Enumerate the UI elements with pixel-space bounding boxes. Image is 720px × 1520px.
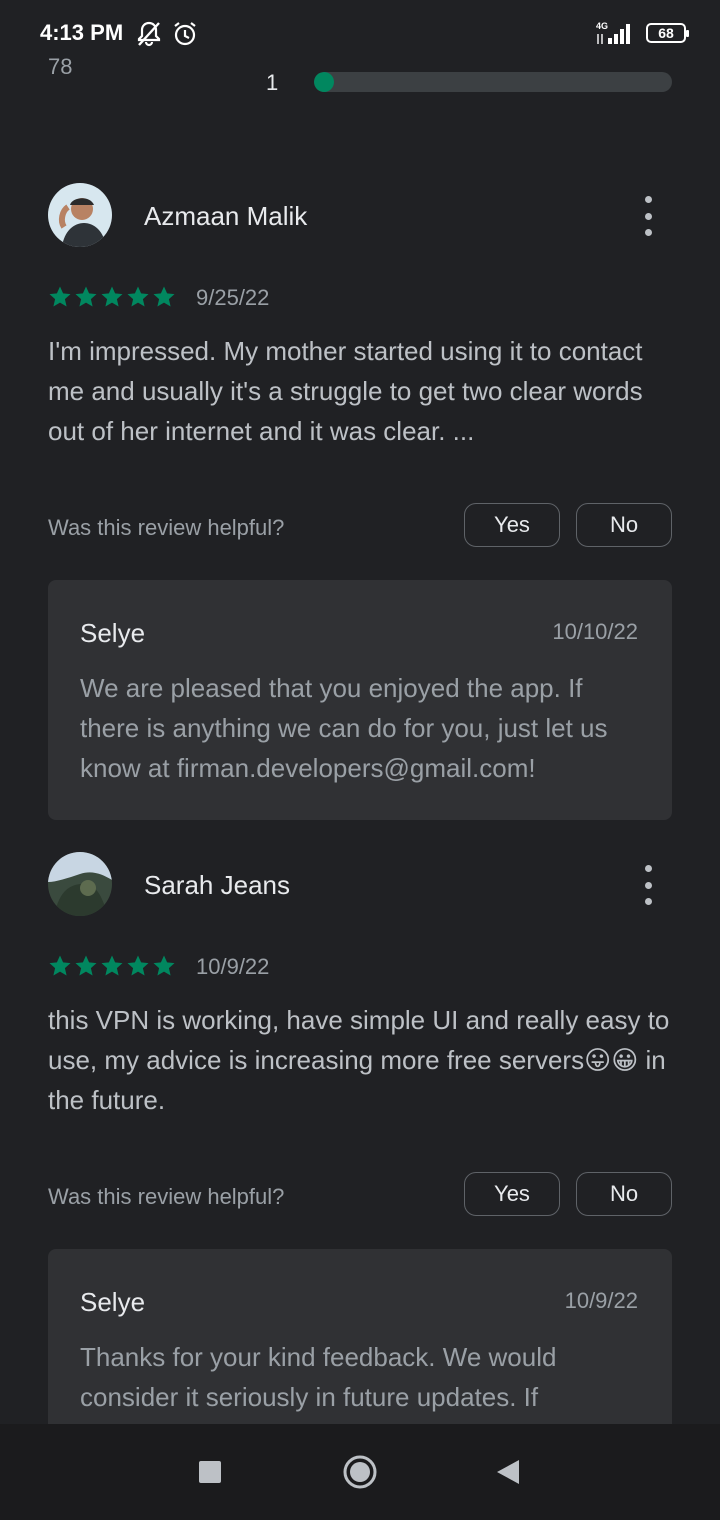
status-icons-left: [136, 20, 198, 48]
reply-developer-name: Selye: [80, 1287, 146, 1317]
back-icon[interactable]: [478, 1424, 538, 1520]
system-nav-bar: [0, 1424, 720, 1520]
helpful-yes-button[interactable]: Yes: [464, 503, 560, 547]
star-icon: [75, 286, 97, 307]
status-time: 4:13 PM: [40, 20, 124, 45]
star-icon: [153, 286, 175, 307]
helpful-yes-button[interactable]: Yes: [464, 1172, 560, 1216]
status-icons-right: 4G 68: [594, 20, 689, 46]
star-icon: [101, 286, 123, 307]
alarm-icon: [174, 22, 196, 46]
battery-level: 68: [658, 25, 674, 41]
star-icon: [49, 955, 71, 976]
reply-text: Thanks for your kind feedback. We would …: [80, 1342, 557, 1412]
avatar[interactable]: [48, 852, 112, 916]
reviewer-name: Azmaan Malik: [144, 201, 308, 231]
rating-bar-track: [314, 72, 672, 92]
signal-4g-icon: 4G: [596, 21, 630, 44]
bell-off-icon: [137, 21, 161, 47]
rating-count-partial: 78: [48, 54, 73, 79]
star-icon: [49, 286, 71, 307]
review-date: 9/25/22: [196, 285, 270, 310]
star-rating: [48, 954, 176, 978]
star-icon: [127, 955, 149, 976]
star-icon: [101, 955, 123, 976]
avatar[interactable]: [48, 183, 112, 247]
reply-developer-name: Selye: [80, 618, 146, 648]
home-icon[interactable]: [330, 1424, 390, 1520]
star-icon: [75, 955, 97, 976]
reply-date: 10/9/22: [564, 1288, 638, 1313]
star-icon: [153, 955, 175, 976]
helpful-no-button[interactable]: No: [576, 503, 672, 547]
review-text[interactable]: I'm impressed. My mother started using i…: [48, 331, 672, 451]
reviewer-name: Sarah Jeans: [144, 870, 290, 900]
star-rating: [48, 285, 176, 309]
star-icon: [127, 286, 149, 307]
network-type: 4G: [596, 21, 608, 31]
more-options-icon[interactable]: [638, 196, 658, 236]
review-date: 10/9/22: [196, 954, 270, 979]
reply-text: We are pleased that you enjoyed the app.…: [80, 673, 608, 783]
more-options-icon[interactable]: [638, 865, 658, 905]
review-text[interactable]: this VPN is working, have simple UI and …: [48, 1000, 672, 1120]
helpful-question: Was this review helpful?: [48, 515, 285, 540]
recents-icon[interactable]: [180, 1424, 240, 1520]
rating-row-label: 1: [266, 70, 279, 95]
reply-date: 10/10/22: [552, 619, 638, 644]
rating-bar-fill: [314, 72, 334, 92]
developer-reply: Selye 10/10/22 We are pleased that you e…: [48, 580, 672, 820]
battery-indicator: 68: [646, 23, 689, 43]
helpful-no-button[interactable]: No: [576, 1172, 672, 1216]
developer-reply: Selye 10/9/22 Thanks for your kind feedb…: [48, 1249, 672, 1424]
helpful-question: Was this review helpful?: [48, 1184, 285, 1209]
